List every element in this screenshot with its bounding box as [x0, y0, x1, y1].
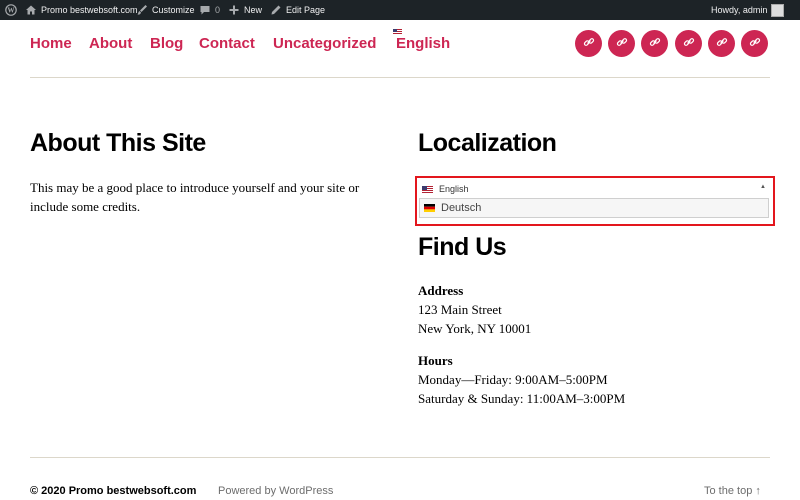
- comments-count: 0: [215, 5, 221, 15]
- edit-page-link[interactable]: Edit Page: [270, 0, 325, 20]
- link-icon: [616, 35, 628, 53]
- edit-page-label: Edit Page: [286, 5, 326, 15]
- german-flag-icon: [424, 204, 435, 212]
- admin-bar: W Promo bestwebsoft.com Customize 0 New …: [0, 0, 800, 20]
- customize-link[interactable]: Customize: [136, 0, 195, 20]
- social-link-1[interactable]: [575, 30, 602, 57]
- wordpress-logo-icon[interactable]: W: [5, 0, 17, 20]
- link-icon: [583, 35, 595, 53]
- customize-label: Customize: [152, 5, 195, 15]
- localization-title: Localization: [418, 129, 557, 157]
- nav-home[interactable]: Home: [30, 33, 72, 55]
- account-menu[interactable]: Howdy, admin: [711, 0, 785, 20]
- social-link-4[interactable]: [675, 30, 702, 57]
- brush-icon: [136, 4, 148, 16]
- language-option-deutsch[interactable]: Deutsch: [419, 198, 769, 218]
- language-option-label: Deutsch: [441, 202, 482, 214]
- nav-contact[interactable]: Contact: [199, 33, 255, 55]
- social-link-2[interactable]: [608, 30, 635, 57]
- new-label: New: [244, 5, 263, 15]
- social-link-6[interactable]: [741, 30, 768, 57]
- find-us-title: Find Us: [418, 233, 507, 261]
- comment-icon: [199, 4, 211, 16]
- link-icon: [716, 35, 728, 53]
- footer-copyright[interactable]: © 2020 Promo bestwebsoft.com: [30, 485, 196, 497]
- to-the-top-link[interactable]: To the top ↑: [704, 485, 761, 497]
- address-label: Address: [418, 283, 464, 298]
- us-flag-icon: [422, 185, 433, 193]
- home-icon: [25, 4, 37, 16]
- nav-about[interactable]: About: [89, 33, 132, 55]
- address-line-2: New York, NY 10001: [418, 321, 532, 336]
- language-selected: English: [439, 184, 469, 194]
- site-name: Promo bestwebsoft.com: [41, 5, 138, 15]
- plus-icon: [228, 4, 240, 16]
- nav-blog[interactable]: Blog: [150, 33, 183, 55]
- link-icon: [749, 35, 761, 53]
- pencil-icon: [270, 4, 282, 16]
- svg-text:W: W: [8, 7, 15, 15]
- avatar: [771, 3, 785, 17]
- hours-line-1: Monday—Friday: 9:00AM–5:00PM: [418, 372, 608, 387]
- footer-powered-by[interactable]: Powered by WordPress: [218, 485, 333, 497]
- admin-bar-site-link[interactable]: Promo bestwebsoft.com: [25, 0, 138, 20]
- nav-uncategorized[interactable]: Uncategorized: [273, 33, 376, 55]
- link-icon: [683, 35, 695, 53]
- greeting: Howdy, admin: [711, 5, 768, 15]
- language-select[interactable]: English ▲: [418, 181, 770, 197]
- address-line-1: 123 Main Street: [418, 302, 502, 317]
- social-link-5[interactable]: [708, 30, 735, 57]
- comments-link[interactable]: 0: [199, 0, 220, 20]
- footer-divider: [30, 457, 770, 458]
- hours-label: Hours: [418, 353, 453, 368]
- social-link-3[interactable]: [641, 30, 668, 57]
- caret-up-icon: ▲: [760, 184, 766, 190]
- link-icon: [649, 35, 661, 53]
- new-content-link[interactable]: New: [228, 0, 262, 20]
- header-divider: [30, 77, 770, 78]
- about-title: About This Site: [30, 129, 206, 157]
- hours-line-2: Saturday & Sunday: 11:00AM–3:00PM: [418, 391, 626, 406]
- about-text: This may be a good place to introduce yo…: [30, 180, 360, 214]
- nav-language-english[interactable]: English: [396, 33, 450, 55]
